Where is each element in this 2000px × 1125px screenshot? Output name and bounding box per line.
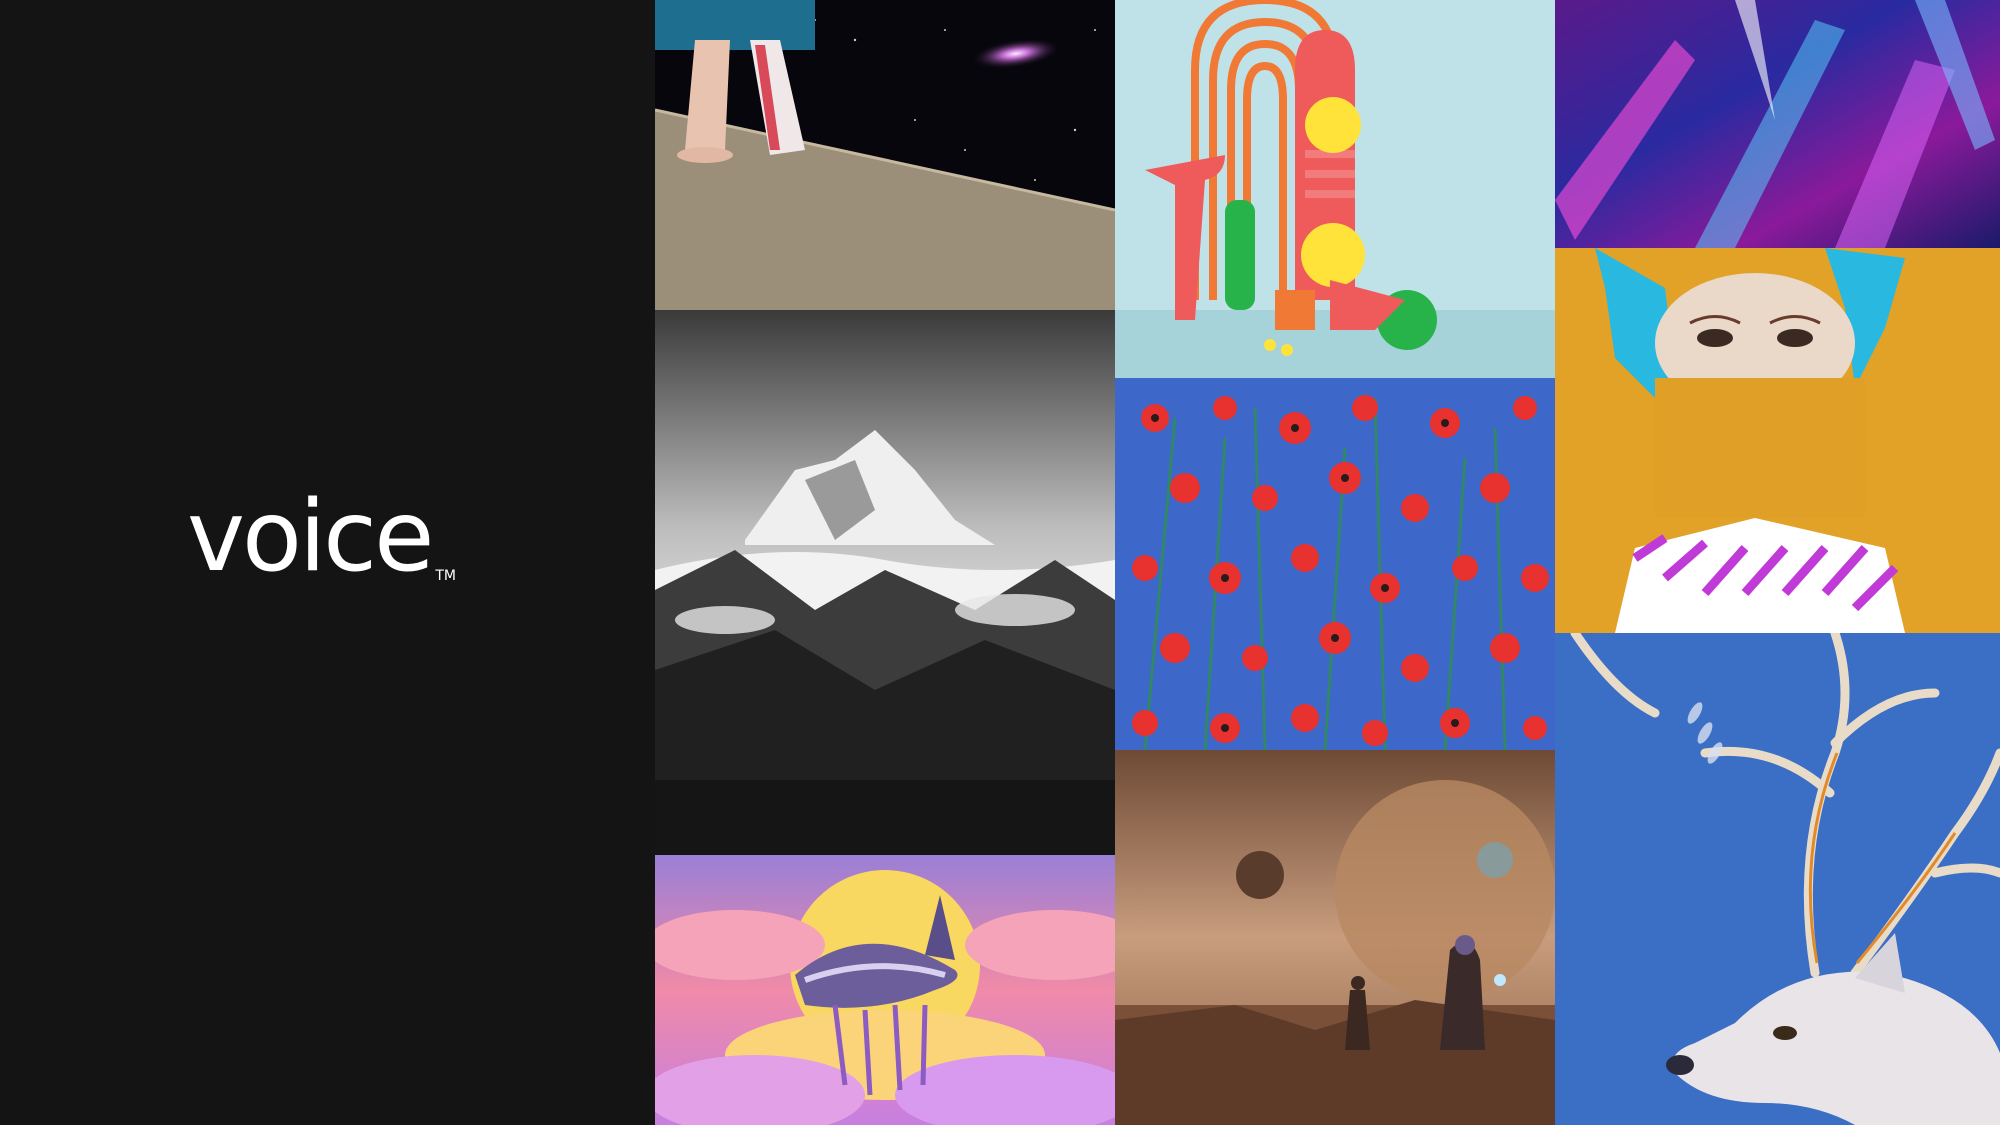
- page: voice TM: [0, 0, 2000, 1125]
- red-poppies-painting-image[interactable]: [1115, 378, 1555, 750]
- trademark-symbol: TM: [435, 568, 456, 584]
- astronaut-legs-galaxy-image[interactable]: [655, 0, 1115, 310]
- holographic-abstract-image[interactable]: [1555, 0, 2000, 248]
- voice-logo[interactable]: voice TM: [187, 488, 456, 586]
- flying-whale-moon-image[interactable]: [655, 855, 1115, 1125]
- snowy-mountain-peak-image[interactable]: [655, 310, 1115, 855]
- desert-planets-travelers-image[interactable]: [1115, 750, 1555, 1125]
- brand-panel: voice TM: [0, 0, 655, 1125]
- logo-wordmark: voice: [187, 480, 434, 594]
- white-reindeer-painting-image[interactable]: [1555, 633, 2000, 1125]
- blue-hair-portrait-image[interactable]: [1555, 248, 2000, 633]
- colorful-arches-spheres-image[interactable]: [1115, 0, 1555, 378]
